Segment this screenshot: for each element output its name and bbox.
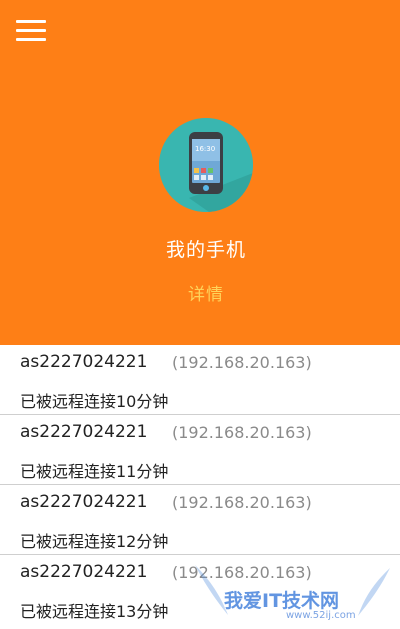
connection-status: 已被远程连接10分钟	[20, 392, 169, 411]
connection-user: as2227024221	[20, 492, 148, 512]
connection-ip: (192.168.20.163)	[172, 563, 312, 582]
svg-text:16:30: 16:30	[195, 145, 215, 153]
list-item[interactable]: as2227024221 (192.168.20.163) 已被远程连接11分钟	[0, 415, 400, 485]
connection-status: 已被远程连接11分钟	[20, 462, 169, 481]
connection-ip: (192.168.20.163)	[172, 493, 312, 512]
list-item[interactable]: as2227024221 (192.168.20.163) 已被远程连接10分钟	[0, 345, 400, 415]
connection-ip: (192.168.20.163)	[172, 423, 312, 442]
device-avatar: 16:30	[159, 118, 253, 212]
connection-list: as2227024221 (192.168.20.163) 已被远程连接10分钟…	[0, 345, 400, 625]
details-link[interactable]: 详情	[0, 280, 400, 305]
connection-status: 已被远程连接12分钟	[20, 532, 169, 551]
list-item[interactable]: as2227024221 (192.168.20.163) 已被远程连接12分钟	[0, 485, 400, 555]
app-screen: 16:30 我的手机 详情 as2227024221 (192.168.20.1…	[0, 0, 400, 629]
menu-hamburger-icon[interactable]	[14, 15, 48, 45]
device-header: 16:30 我的手机 详情	[0, 0, 400, 345]
connection-user: as2227024221	[20, 562, 148, 582]
phone-icon: 16:30	[159, 118, 253, 212]
connection-ip: (192.168.20.163)	[172, 353, 312, 372]
connection-user: as2227024221	[20, 352, 148, 372]
list-item[interactable]: as2227024221 (192.168.20.163) 已被远程连接13分钟	[0, 555, 400, 625]
connection-user: as2227024221	[20, 422, 148, 442]
connection-status: 已被远程连接13分钟	[20, 602, 169, 621]
device-name: 我的手机	[165, 239, 246, 261]
